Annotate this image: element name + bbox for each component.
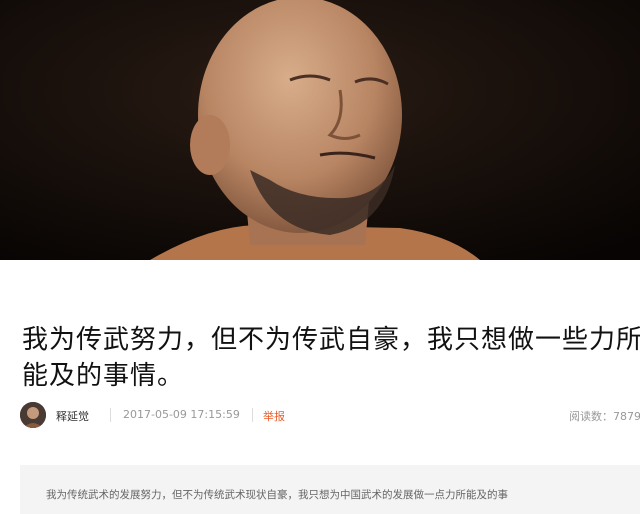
meta-divider <box>110 408 111 422</box>
publish-date: 2017-05-09 17:15:59 <box>123 408 240 421</box>
article-summary: 我为传统武术的发展努力，但不为传统武术现状自豪，我只想为中国武术的发展做一点力所… <box>20 465 640 514</box>
article-title: 我为传武努力，但不为传武自豪，我只想做一些力所能及的事情。 <box>22 325 640 391</box>
meta-divider <box>252 408 253 422</box>
article-page: 我为传武努力，但不为传武自豪，我只想做一些力所能及的事情。 释延觉 2017-0… <box>0 0 640 514</box>
report-link[interactable]: 举报 <box>263 408 285 424</box>
monk-portrait <box>0 0 640 260</box>
avatar-image <box>20 402 46 428</box>
author-name[interactable]: 释延觉 <box>56 408 89 424</box>
summary-text: 我为传统武术的发展努力，但不为传统武术现状自豪，我只想为中国武术的发展做一点力所… <box>46 489 508 501</box>
hero-image <box>0 0 640 260</box>
view-count: 阅读数：78797 <box>569 410 640 423</box>
author-avatar[interactable] <box>20 402 46 428</box>
article-meta: 释延觉 2017-05-09 17:15:59 举报 阅读数：78797 <box>20 400 640 430</box>
